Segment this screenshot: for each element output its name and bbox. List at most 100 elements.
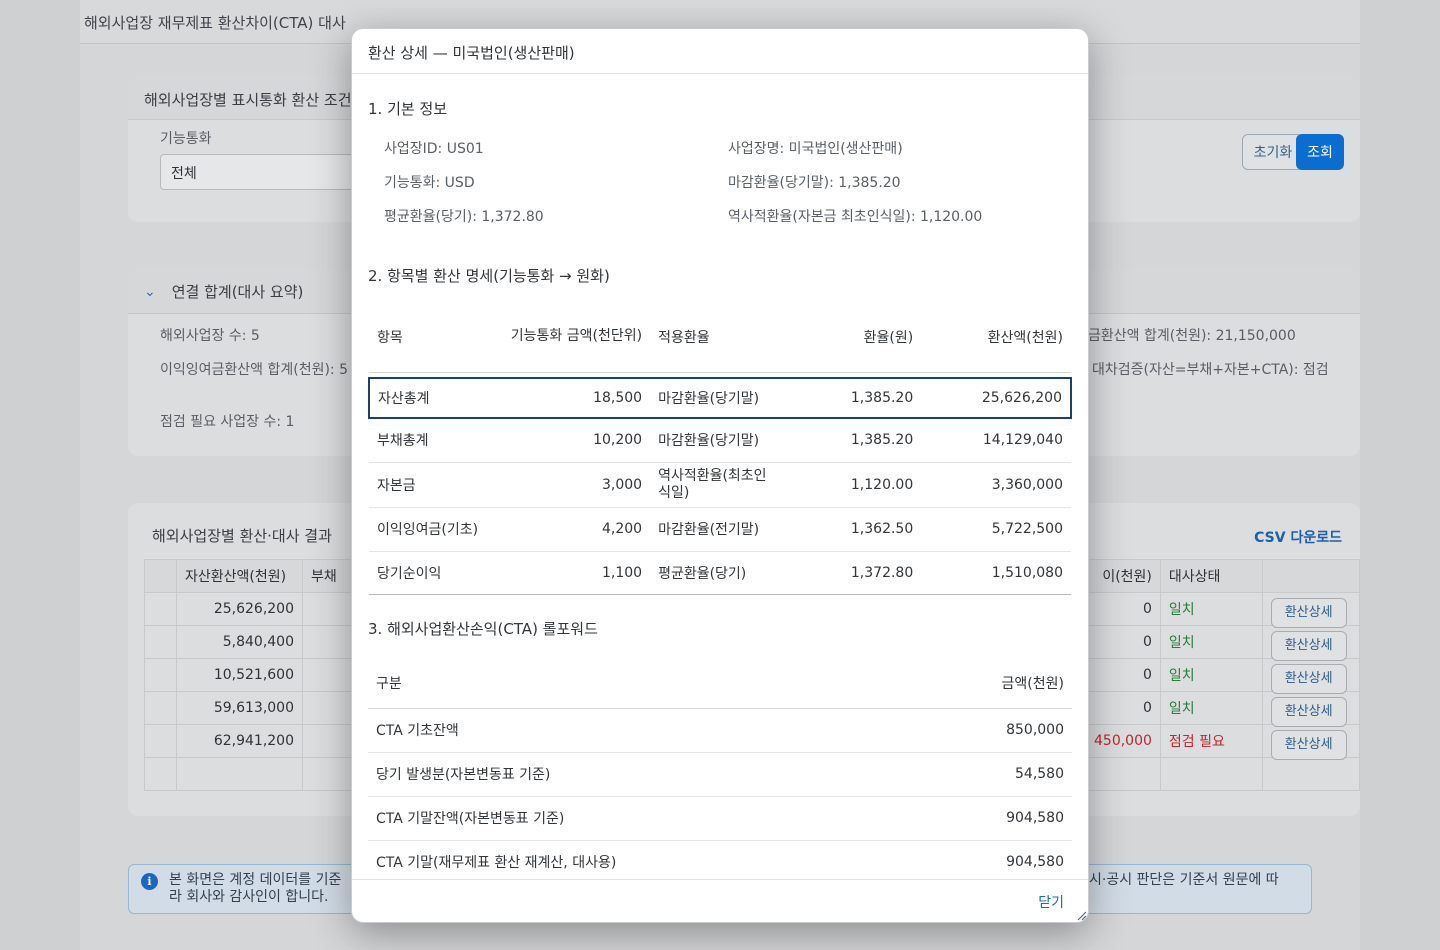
cta-label-cell: CTA 기초잔액 — [368, 708, 872, 753]
cta-amount-cell: 54,580 — [872, 752, 1072, 797]
status-badge: 일치 — [1159, 658, 1263, 692]
item-cell: 부채총계 — [369, 418, 495, 463]
difference-cell: 0 — [1085, 658, 1161, 692]
col-item: 항목 — [377, 329, 403, 346]
rate-cell: 1,385.20 — [783, 418, 922, 463]
item-cell: 자본금 — [369, 462, 495, 508]
conversion-detail-dialog: 환산 상세 — 미국법인(생산판매) 1. 기본 정보 사업장ID: US01 … — [351, 28, 1089, 923]
table-row[interactable]: 450,000 점검 필요 환산상세 — [1085, 724, 1360, 760]
assets-cell: 5,840,400 — [176, 625, 303, 659]
item-cell: 자산총계 — [368, 377, 495, 419]
table-row[interactable]: 자본금 3,000 역사적환율(최초인식일) 1,120.00 3,360,00… — [369, 462, 1071, 508]
cta-amount-cell: 904,580 — [872, 840, 1072, 879]
item-cell: 당기순이익 — [369, 551, 495, 595]
entity-name: 사업장명: 미국법인(생산판매) — [728, 141, 903, 157]
krw-amount-cell: 5,722,500 — [921, 507, 1071, 552]
col-krw-amount: 환산액(천원) — [987, 329, 1063, 346]
dialog-body[interactable]: 1. 기본 정보 사업장ID: US01 사업장명: 미국법인(생산판매) 기능… — [352, 74, 1088, 879]
table-row[interactable]: 59,613,000 — [144, 691, 363, 725]
cta-label-cell: CTA 기말잔액(자본변동표 기준) — [368, 796, 872, 841]
section-basic-title: 1. 기본 정보 — [368, 100, 448, 118]
table-header-difference: 이(천원) — [1085, 559, 1161, 593]
table-row[interactable]: 62,941,200 — [144, 724, 363, 758]
balance-check-status: 대차검증(자산=부채+자본+CTA): 점검 — [1092, 362, 1329, 378]
cta-amount-cell: 850,000 — [872, 708, 1072, 753]
currency-filter-label: 기능통화 — [160, 131, 212, 147]
table-row — [1085, 757, 1360, 791]
reset-button[interactable]: 초기화 — [1242, 134, 1304, 170]
capital-translation-total: 금환산액 합계(천원): 21,150,000 — [1088, 328, 1296, 344]
table-row[interactable]: 이익잉여금(기초) 4,200 마감환율(전기말) 1,362.50 5,722… — [369, 507, 1071, 552]
item-cell: 이익잉여금(기초) — [369, 507, 495, 552]
krw-amount-cell: 14,129,040 — [921, 418, 1071, 463]
table-header-select — [144, 559, 177, 593]
section-items-title: 2. 항목별 환산 명세(기능통화 → 원화) — [368, 267, 610, 285]
check-needed-count: 점검 필요 사업장 수: 1 — [160, 414, 295, 430]
close-button[interactable]: 닫기 — [1038, 892, 1064, 912]
table-header-detail — [1261, 559, 1360, 593]
rate-type-cell: 마감환율(전기말) — [650, 507, 784, 552]
table-row[interactable]: 자산총계 18,500 마감환율(당기말) 1,385.20 25,626,20… — [368, 377, 1072, 419]
search-button[interactable]: 조회 — [1296, 134, 1344, 170]
krw-amount-cell: 1,510,080 — [921, 551, 1071, 595]
table-row[interactable]: 당기순이익 1,100 평균환율(당기) 1,372.80 1,510,080 — [369, 551, 1071, 595]
detail-button[interactable]: 환산상세 — [1270, 697, 1347, 727]
col-cta-label: 구분 — [368, 658, 872, 709]
difference-cell: 0 — [1085, 691, 1161, 725]
col-cta-amount: 금액(천원) — [872, 658, 1072, 709]
functional-currency: 기능통화: USD — [384, 175, 475, 191]
fc-amount-cell: 3,000 — [494, 462, 651, 508]
rate-type-cell: 마감환율(당기말) — [650, 418, 784, 463]
table-row[interactable]: CTA 기말(재무제표 환산 재계산, 대사용) 904,580 — [368, 840, 1072, 879]
status-badge: 일치 — [1159, 592, 1263, 626]
table-row — [144, 757, 363, 791]
assets-cell: 59,613,000 — [176, 691, 303, 725]
table-row[interactable]: 0 일치 환산상세 — [1085, 625, 1360, 661]
fc-amount-cell: 18,500 — [494, 377, 651, 419]
difference-cell: 0 — [1085, 625, 1161, 659]
rate-cell: 1,372.80 — [783, 551, 922, 595]
table-row[interactable]: 부채총계 10,200 마감환율(당기말) 1,385.20 14,129,04… — [369, 418, 1071, 463]
resize-handle-icon[interactable] — [1077, 911, 1087, 921]
section-cta-title: 3. 해외사업환산손익(CTA) 롤포워드 — [368, 620, 598, 638]
detail-button[interactable]: 환산상세 — [1270, 598, 1347, 628]
rate-cell: 1,120.00 — [783, 462, 922, 508]
rate-cell: 1,385.20 — [783, 377, 922, 419]
historical-rate: 역사적환율(자본금 최초인식일): 1,120.00 — [728, 209, 983, 225]
table-row[interactable]: 당기 발생분(자본변동표 기준) 54,580 — [368, 752, 1072, 797]
table-row[interactable]: 0 일치 환산상세 — [1085, 592, 1360, 628]
table-row[interactable]: 5,840,400 — [144, 625, 363, 659]
detail-button[interactable]: 환산상세 — [1270, 730, 1347, 760]
table-row[interactable]: 0 일치 환산상세 — [1085, 691, 1360, 727]
entity-count: 해외사업장 수: 5 — [160, 328, 260, 344]
table-row[interactable]: 0 일치 환산상세 — [1085, 658, 1360, 694]
table-row[interactable]: CTA 기초잔액 850,000 — [368, 708, 1072, 753]
cta-rollforward-table: 구분 금액(천원) CTA 기초잔액 850,000 당기 발생분(자본변동표 … — [368, 658, 1072, 879]
dialog-footer: 닫기 — [352, 879, 1088, 922]
difference-cell: 0 — [1085, 592, 1161, 626]
csv-download-link[interactable]: CSV 다운로드 — [1254, 527, 1342, 547]
table-row[interactable]: CTA 기말잔액(자본변동표 기준) 904,580 — [368, 796, 1072, 841]
conversion-items-table: 항목 기능통화 금액(천단위) 적용환율 환율(원) 환산액(천원) 자산총계 … — [368, 302, 1072, 595]
dialog-title: 환산 상세 — 미국법인(생산판매) — [352, 29, 1088, 74]
table-header-status: 대사상태 — [1159, 559, 1263, 593]
table-row[interactable]: 10,521,600 — [144, 658, 363, 692]
status-badge: 일치 — [1159, 625, 1263, 659]
results-table: 자산환산액(천원) 부채 25,626,200 5,840,400 10,521… — [144, 559, 363, 791]
average-rate: 평균환율(당기): 1,372.80 — [384, 209, 544, 225]
assets-cell: 62,941,200 — [176, 724, 303, 758]
results-table-right: 이(천원) 대사상태 0 일치 환산상세 0 일치 환산상세 0 일치 환산상세 0 일치 환산… — [1085, 559, 1360, 791]
assets-cell: 10,521,600 — [176, 658, 303, 692]
rate-type-cell: 역사적환율(최초인식일) — [650, 462, 784, 508]
table-row[interactable]: 25,626,200 — [144, 592, 363, 626]
krw-amount-cell: 3,360,000 — [921, 462, 1071, 508]
closing-rate: 마감환율(당기말): 1,385.20 — [728, 175, 901, 191]
detail-button[interactable]: 환산상세 — [1270, 664, 1347, 694]
difference-cell: 450,000 — [1085, 724, 1161, 758]
status-badge: 일치 — [1159, 691, 1263, 725]
chevron-down-icon[interactable]: ⌄ — [144, 284, 156, 300]
detail-button[interactable]: 환산상세 — [1270, 631, 1347, 661]
fc-amount-cell: 10,200 — [494, 418, 651, 463]
col-fc-amount: 기능통화 금액(천단위) — [510, 328, 643, 345]
col-rate: 환율(원) — [863, 329, 914, 346]
